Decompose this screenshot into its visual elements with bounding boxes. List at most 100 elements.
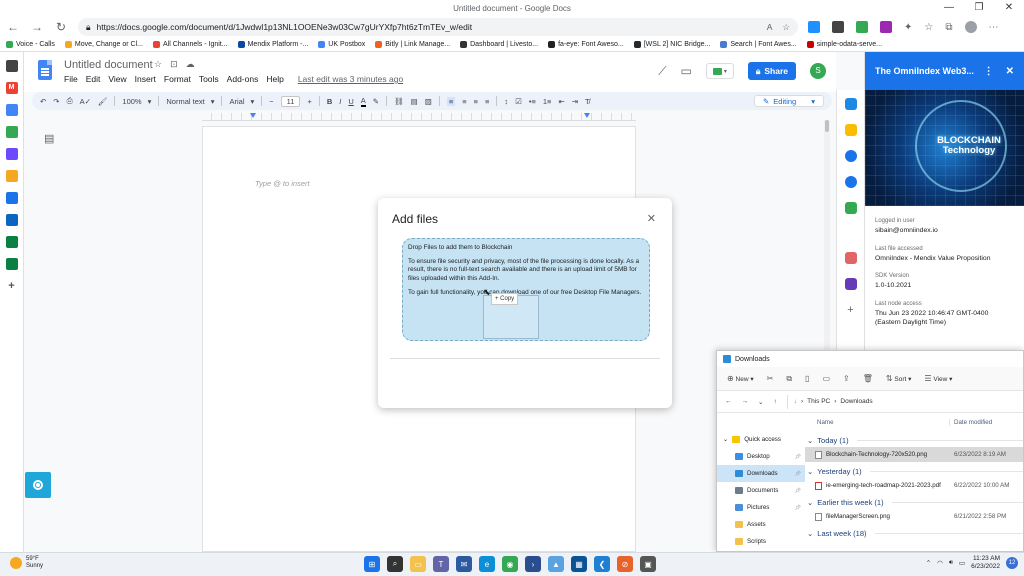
extension-icon[interactable] <box>832 21 844 33</box>
file-row[interactable]: Blockchain-Technology-720x520.png 6/23/20… <box>805 447 1023 462</box>
extension-icon[interactable] <box>856 21 868 33</box>
meet-button[interactable]: ▾ <box>705 63 734 79</box>
battery-icon[interactable]: ▭ <box>959 559 965 567</box>
add-icon[interactable]: + <box>847 304 853 316</box>
checklist-icon[interactable]: ☑ <box>515 97 522 106</box>
nav-item[interactable]: Downloads 📌︎ <box>717 465 805 482</box>
paint-format-icon[interactable]: 🖌︎ <box>98 97 108 106</box>
zoom-select[interactable]: 100% ▾ <box>122 97 151 106</box>
back-icon[interactable]: ← <box>6 20 20 34</box>
ruler[interactable] <box>202 113 636 121</box>
clock[interactable]: 11:23 AM 6/23/2022 <box>971 555 1000 572</box>
notification-badge[interactable]: 12 <box>1006 557 1018 570</box>
menu-insert[interactable]: Insert <box>135 74 156 84</box>
undo-icon[interactable]: ↶ <box>40 97 46 106</box>
bookmark[interactable]: Move, Change or Cl... <box>64 41 143 48</box>
file-dropzone[interactable]: Drop Files to add them to Blockchain To … <box>402 238 650 341</box>
nav-item[interactable]: Pictures 📌︎ <box>717 499 805 516</box>
decrease-indent-icon[interactable]: ⇤ <box>558 97 564 106</box>
justify-icon[interactable]: ≡ <box>485 97 489 106</box>
new-button[interactable]: ⊕ New ▾ <box>727 374 754 383</box>
history-icon[interactable]: ⌄ <box>758 398 763 406</box>
calendar-icon[interactable] <box>844 98 857 110</box>
file-row[interactable]: ie-emerging-tech-roadmap-2021-2023.pdf 6/… <box>805 478 1023 493</box>
favorite-icon[interactable]: ☆ <box>782 22 790 33</box>
search-icon[interactable]: ⌕ <box>387 556 403 572</box>
text-color-icon[interactable]: A <box>360 96 366 107</box>
extension-icon[interactable] <box>808 21 820 33</box>
italic-icon[interactable]: I <box>339 97 341 106</box>
app-icon[interactable] <box>5 148 18 160</box>
copy-icon[interactable]: ⧉ <box>786 374 792 384</box>
teams-icon[interactable]: T <box>433 556 449 572</box>
tasks-icon[interactable] <box>844 150 857 162</box>
photos-icon[interactable]: ▲ <box>548 556 564 572</box>
bookmark[interactable]: Search | Font Awes... <box>720 41 797 48</box>
editing-mode-select[interactable]: ✎ Editing ▾ <box>754 95 824 107</box>
read-aloud-icon[interactable]: A <box>767 22 773 33</box>
insert-placeholder[interactable]: Type @ to insert <box>255 179 310 188</box>
path-breadcrumb[interactable]: ↓ › This PC › Downloads <box>786 394 873 409</box>
reload-icon[interactable]: ↻ <box>54 20 68 34</box>
bookmark[interactable]: simple-odata-serve... <box>806 41 882 48</box>
menu-addons[interactable]: Add-ons <box>227 74 259 84</box>
file-row[interactable]: fileManagerScreen.png 6/21/2022 2:58 PM <box>805 509 1023 524</box>
decrease-font-icon[interactable]: − <box>269 97 273 106</box>
last-edit-link[interactable]: Last edit was 3 minutes ago <box>298 74 403 84</box>
rename-icon[interactable]: ▭ <box>822 374 830 383</box>
bold-icon[interactable]: B <box>327 97 332 106</box>
more-vert-icon[interactable]: ⋮ <box>984 66 994 77</box>
bookmark[interactable]: Mendix Platform -... <box>237 41 308 48</box>
image-icon[interactable]: ▨ <box>425 97 432 106</box>
nav-item[interactable]: Scripts <box>717 533 805 550</box>
star-icon[interactable]: ☆ <box>154 59 162 70</box>
app-icon[interactable] <box>5 192 18 204</box>
code-icon[interactable] <box>5 258 18 270</box>
forward-icon[interactable]: → <box>30 20 44 34</box>
share-icon[interactable]: ⇪ <box>843 374 850 383</box>
addon-icon[interactable] <box>844 252 857 264</box>
align-left-icon[interactable]: ≡ <box>446 96 456 106</box>
mail-icon[interactable]: ✉ <box>456 556 472 572</box>
nav-item[interactable]: Documents 📌︎ <box>717 482 805 499</box>
code-icon[interactable] <box>5 236 18 248</box>
comments-icon[interactable]: ▭ <box>681 64 692 78</box>
increase-font-icon[interactable]: + <box>307 97 311 106</box>
numbered-list-icon[interactable]: 1≡ <box>543 97 552 106</box>
print-icon[interactable]: ⎙ <box>67 96 73 106</box>
bookmark[interactable]: Voice - Calls <box>6 41 55 48</box>
clear-format-icon[interactable]: T̸ <box>585 97 590 106</box>
style-select[interactable]: Normal text ▾ <box>166 97 214 106</box>
maximize-button[interactable]: ❐ <box>964 0 994 16</box>
menu-tools[interactable]: Tools <box>199 74 219 84</box>
bookmark[interactable]: Bitly | Link Manage... <box>375 41 450 48</box>
gmail-icon[interactable]: M <box>5 82 18 94</box>
spellcheck-icon[interactable]: A✓ <box>80 97 91 106</box>
bookmark[interactable]: Dashboard | Livesto... <box>460 41 538 48</box>
outline-icon[interactable]: ▤ <box>44 132 54 145</box>
terminal-icon[interactable]: ▣ <box>640 556 656 572</box>
column-name[interactable]: Name <box>817 419 949 426</box>
group-header[interactable]: ⌄ Yesterday (1) <box>805 464 1023 478</box>
chrome-icon[interactable]: ◉ <box>502 556 518 572</box>
puzzle-icon[interactable]: ✦ <box>904 22 912 33</box>
maps-icon[interactable] <box>844 202 857 214</box>
tabs-icon[interactable] <box>5 60 18 72</box>
comment-icon[interactable]: ▤ <box>411 97 418 106</box>
addon-launcher-button[interactable] <box>25 472 51 498</box>
docs-logo-icon[interactable] <box>38 60 52 80</box>
brave-icon[interactable]: ⊘ <box>617 556 633 572</box>
keep-icon[interactable] <box>844 124 857 136</box>
align-right-icon[interactable]: ≡ <box>474 97 478 106</box>
forward-icon[interactable]: → <box>742 398 749 405</box>
bookmark[interactable]: fa-eye: Font Aweso... <box>548 41 624 48</box>
underline-icon[interactable]: U <box>348 97 353 106</box>
group-header[interactable]: ⌄ Today (1) <box>805 433 1023 447</box>
app-icon[interactable] <box>5 170 18 182</box>
close-icon[interactable]: ✕ <box>647 212 656 225</box>
app-icon[interactable] <box>5 214 18 226</box>
activity-icon[interactable]: ⟋ <box>658 64 666 79</box>
sort-button[interactable]: ⇅ Sort ▾ <box>886 374 912 383</box>
menu-help[interactable]: Help <box>266 74 283 84</box>
delete-icon[interactable]: 🗑︎ <box>863 374 873 383</box>
